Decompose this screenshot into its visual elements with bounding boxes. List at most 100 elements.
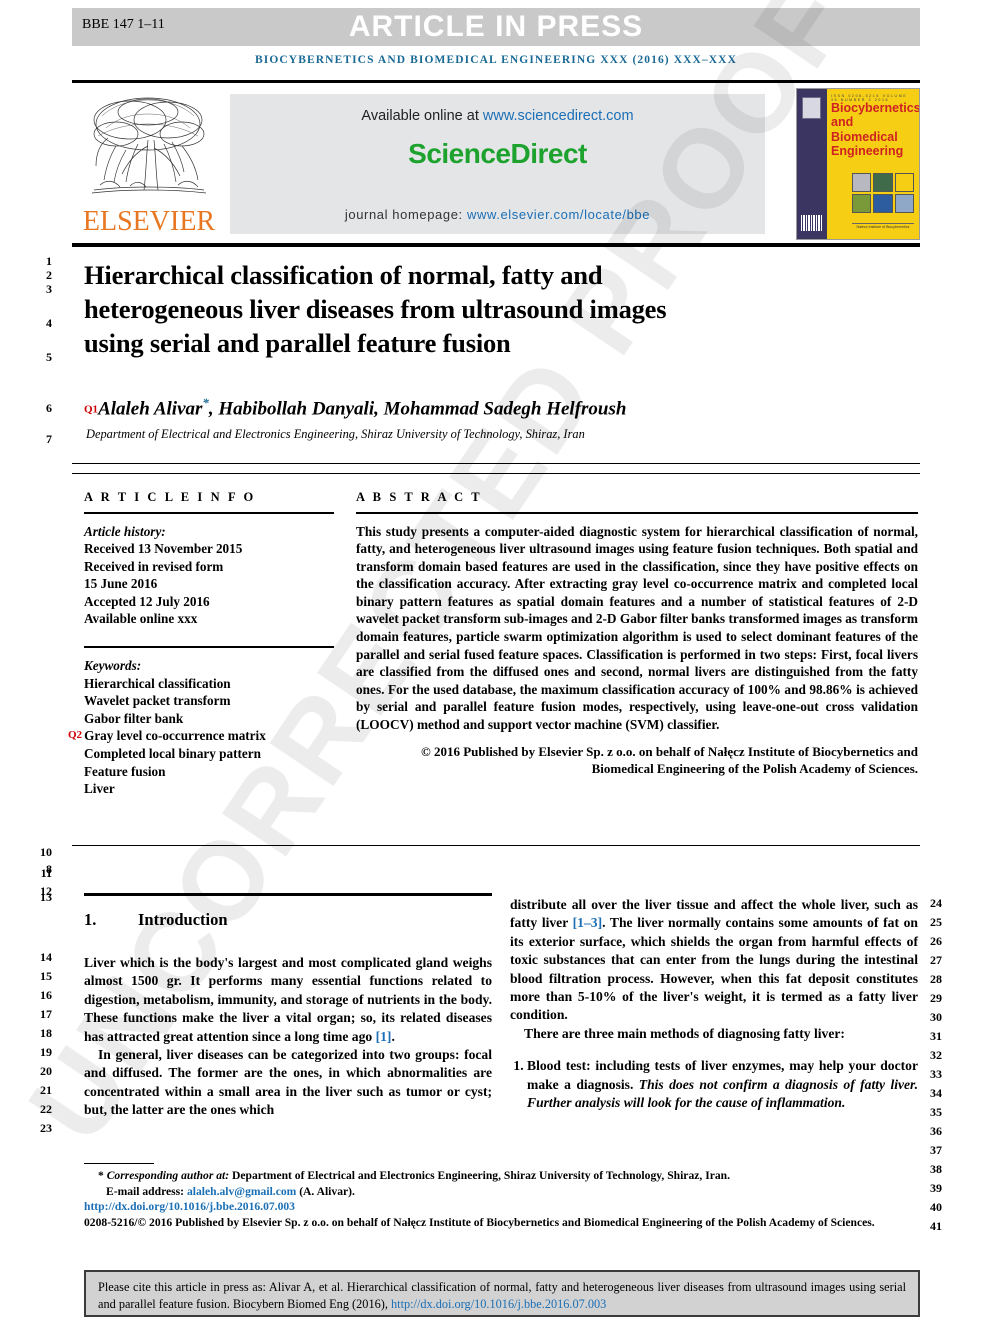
running-head: BIOCYBERNETICS AND BIOMEDICAL ENGINEERIN…: [255, 54, 737, 66]
journal-homepage-label: journal homepage:: [344, 207, 463, 222]
line-number: 16: [40, 988, 52, 1002]
author-list: Q1Alaleh Alivar*, Habibollah Danyali, Mo…: [84, 395, 884, 420]
query-tag-q2[interactable]: Q2: [68, 729, 82, 741]
line-number: 21: [40, 1083, 52, 1097]
line-number: 32: [930, 1048, 942, 1062]
line-number: 23: [40, 1121, 52, 1135]
cover-title: Biocybernetics and Biomedical Engineerin…: [831, 101, 920, 159]
abstract-copyright: © 2016 Published by Elsevier Sp. z o.o. …: [421, 743, 918, 777]
line-number: 31: [930, 1029, 942, 1043]
cover-institute-badge-icon: [802, 97, 821, 119]
cover-thumb-2: [873, 173, 893, 192]
abstract-heading: A B S T R A C T: [356, 490, 483, 504]
issn-copyright-line: 0208-5216/© 2016 Published by Elsevier S…: [84, 1215, 875, 1229]
citation-ref[interactable]: [1]: [376, 1029, 392, 1044]
cover-title-line2: and Biomedical: [831, 115, 898, 144]
paragraph-text: Liver which is the body's largest and mo…: [84, 955, 492, 1044]
cover-thumb-3: [894, 173, 914, 192]
line-number: 39: [930, 1181, 942, 1195]
elsevier-logo: ELSEVIER: [78, 88, 220, 240]
paragraph-text-tail: . The liver normally contains some amoun…: [510, 915, 918, 1023]
corresponding-author-label: Corresponding author at:: [106, 1169, 230, 1182]
journal-homepage-link[interactable]: www.elsevier.com/locate/bbe: [467, 207, 650, 222]
line-number: 33: [930, 1067, 942, 1081]
keywords-block: Keywords: Hierarchical classification Wa…: [68, 657, 334, 798]
line-number: 13: [40, 890, 52, 904]
corresponding-author-note: * Corresponding author at: Department of…: [84, 1168, 920, 1184]
line-number: 5: [46, 350, 52, 364]
keyword-item-with-query: Q2 Gray level co-occurrence matrix: [68, 727, 334, 745]
sciencedirect-link[interactable]: www.sciencedirect.com: [483, 108, 634, 124]
keyword-item: Completed local binary pattern: [84, 746, 261, 762]
line-number: 40: [930, 1200, 942, 1214]
email-note: E-mail address: alaleh.alv@gmail.com (A.…: [84, 1184, 920, 1200]
line-number: 10: [40, 845, 52, 859]
line-number: 18: [40, 1026, 52, 1040]
keyword-item: Gabor filter bank: [84, 710, 184, 726]
masthead: ELSEVIER Available online at www.science…: [72, 88, 920, 240]
line-number: 15: [40, 969, 52, 983]
history-item: 15 June 2016: [84, 576, 158, 592]
paragraph: Liver which is the body's largest and mo…: [84, 954, 492, 1046]
line-number: 14: [40, 950, 52, 964]
paragraph: There are three main methods of diagnosi…: [524, 1025, 845, 1041]
line-number: 26: [930, 934, 942, 948]
body-column-left: 1. Introduction Liver which is the body's…: [84, 900, 492, 1120]
doi-line: http://dx.doi.org/10.1016/j.bbe.2016.07.…: [84, 1199, 920, 1215]
footnote-block: * Corresponding author at: Department of…: [84, 1168, 920, 1230]
available-online-label: Available online at: [361, 108, 479, 124]
cover-thumb-4: [852, 194, 872, 213]
page-title: Hierarchical classification of normal, f…: [84, 260, 667, 358]
line-number: 41: [930, 1219, 942, 1233]
cover-thumbnail-grid: [852, 173, 914, 213]
section-heading: 1. Introduction: [84, 910, 492, 930]
line-number: 34: [930, 1086, 942, 1100]
abstract-column: A B S T R A C T This study presents a co…: [356, 490, 918, 777]
email-link[interactable]: alaleh.alv@gmail.com: [187, 1185, 296, 1198]
cover-spine: [797, 89, 827, 239]
header-rule: [72, 80, 920, 83]
keywords-label: Keywords:: [84, 658, 142, 674]
line-number: 24: [930, 896, 942, 910]
cite-this-article-box: Please cite this article in press as: Al…: [84, 1270, 920, 1317]
history-item: Available online xxx: [84, 611, 198, 627]
line-number: 25: [930, 915, 942, 929]
abstract-top-rule-2: [72, 473, 920, 474]
article-history: Article history: Received 13 November 20…: [84, 523, 334, 629]
sciencedirect-banner: Available online at www.sciencedirect.co…: [230, 94, 765, 234]
history-item: Received 13 November 2015: [84, 541, 243, 557]
author-rest: , Habibollah Danyali, Mohammad Sadegh He…: [208, 398, 627, 420]
keywords-rule: [84, 646, 334, 649]
cover-title-line1: Biocybernetics: [831, 101, 920, 115]
article-history-label: Article history:: [84, 523, 166, 539]
line-number: 1: [46, 254, 52, 268]
cover-barcode-icon: [801, 215, 823, 231]
abstract-bottom-rule: [72, 845, 920, 846]
section-number: 1.: [84, 910, 97, 929]
journal-cover-image: ISSN 0208-5216 VOLUME 36 NUMBER 2 2016 B…: [796, 88, 920, 240]
footnote-rule: [84, 1163, 154, 1164]
doi-link[interactable]: http://dx.doi.org/10.1016/j.bbe.2016.07.…: [84, 1200, 295, 1213]
cite-text: Please cite this article in press as: Al…: [98, 1279, 906, 1312]
history-item: Received in revised form: [84, 558, 224, 574]
cite-doi-link[interactable]: http://dx.doi.org/10.1016/j.bbe.2016.07.…: [391, 1297, 606, 1311]
line-number: 7: [46, 432, 52, 446]
keyword-item: Feature fusion: [84, 763, 166, 779]
title-block: Hierarchical classification of normal, f…: [84, 258, 724, 360]
elsevier-wordmark: ELSEVIER: [82, 206, 216, 237]
paragraph-text-tail: .: [391, 1028, 395, 1044]
history-item: Accepted 12 July 2016: [84, 593, 210, 609]
citation-ref[interactable]: [1–3]: [573, 915, 602, 930]
line-number: 36: [930, 1124, 942, 1138]
keyword-item: Hierarchical classification: [84, 675, 231, 691]
keyword-item: Wavelet packet transform: [84, 693, 231, 709]
journal-homepage-line: journal homepage: www.elsevier.com/locat…: [230, 207, 765, 222]
available-online-line: Available online at www.sciencedirect.co…: [230, 108, 765, 124]
query-tag-q1[interactable]: Q1: [84, 403, 98, 415]
sciencedirect-logo: ScienceDirect: [408, 138, 587, 169]
footnote-star-marker: *: [98, 1169, 104, 1182]
line-number: 30: [930, 1010, 942, 1024]
status-banner-text: ARTICLE IN PRESS: [348, 10, 644, 43]
line-number: 28: [930, 972, 942, 986]
keyword-item: Gray level co-occurrence matrix: [84, 728, 266, 744]
